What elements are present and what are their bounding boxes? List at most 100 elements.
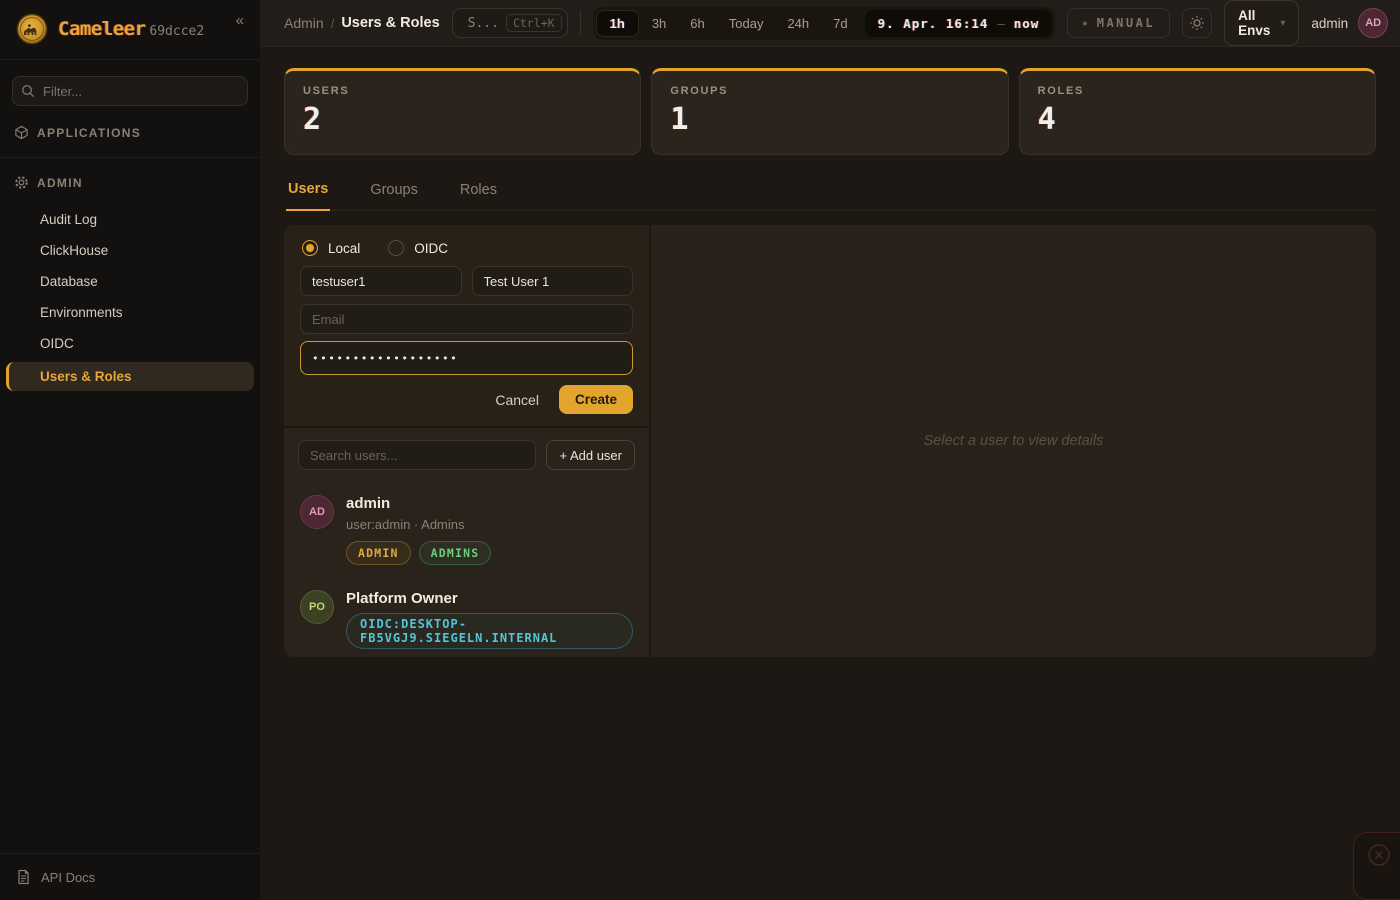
radio-selected-icon [302,240,318,256]
user-name: admin [346,495,491,512]
theme-toggle-button[interactable] [1182,8,1212,38]
api-docs-link[interactable]: API Docs [0,853,260,900]
section-label: APPLICATIONS [37,126,141,140]
admin-nav: Audit Log ClickHouse Database Environmen… [0,203,260,391]
radio-local[interactable]: Local [302,240,360,256]
time-range-group: 1h 3h 6h Today 24h 7d 9. Apr. 16:14 – no… [593,7,1056,40]
create-user-form: Local OIDC Cancel Create [284,225,649,428]
users-panel: Local OIDC Cancel Create [284,225,1376,657]
cube-icon [14,125,29,140]
group-badge-admins: ADMINS [419,541,492,565]
cancel-button[interactable]: Cancel [487,387,547,413]
password-field[interactable] [300,341,633,375]
add-user-button[interactable]: + Add user [546,440,635,470]
search-icon [21,84,35,98]
sidebar-item-clickhouse[interactable]: ClickHouse [0,236,260,265]
stat-value: 2 [303,102,622,137]
sidebar-item-audit-log[interactable]: Audit Log [0,205,260,234]
radio-oidc[interactable]: OIDC [388,240,448,256]
user-list-toolbar: + Add user [284,428,649,482]
sidebar-item-database[interactable]: Database [0,267,260,296]
section-label: ADMIN [37,176,83,190]
tab-groups[interactable]: Groups [368,175,420,210]
sidebar-section-admin[interactable]: ADMIN [0,168,260,197]
main-content: USERS 2 GROUPS 1 ROLES 4 Users Groups Ro… [260,48,1400,900]
sidebar-collapse-icon[interactable]: « [230,10,250,31]
search-users-input[interactable] [298,440,536,470]
time-range-1h[interactable]: 1h [596,10,639,37]
stat-card-roles: ROLES 4 [1019,68,1376,155]
time-from: 9. Apr. 16:14 [878,16,989,31]
collapsed-drawer[interactable] [1353,832,1400,900]
radio-label: OIDC [414,241,448,256]
sidebar-header: Cameleer 69dcce2 « [0,0,260,60]
close-circle-icon[interactable] [1367,843,1391,867]
oidc-provider-badge: OIDC:DESKTOP-FB5VGJ9.SIEGELN.INTERNAL [346,613,633,649]
user-meta: user:oidc:8evzqofluhld · no groups [346,656,633,657]
stat-card-groups: GROUPS 1 [651,68,1008,155]
radio-unselected-icon [388,240,404,256]
top-bar: Admin / Users & Roles S... Ctrl+K 1h 3h … [260,0,1400,47]
header-divider [580,11,581,35]
status-dot-icon: ● [1082,19,1087,28]
document-icon [16,869,31,885]
user-row-body: admin user:admin · Admins ADMIN ADMINS [346,495,491,565]
sidebar-item-oidc[interactable]: OIDC [0,329,260,358]
global-search-placeholder: S... [468,16,499,31]
tab-roles[interactable]: Roles [458,175,499,210]
api-docs-label: API Docs [41,870,95,885]
user-row-platform-owner[interactable]: PO Platform Owner OIDC:DESKTOP-FB5VGJ9.S… [284,577,649,657]
badge-row: ADMIN ADMINS [346,541,491,565]
user-row-admin[interactable]: AD admin user:admin · Admins ADMIN ADMIN… [284,482,649,577]
time-range-7d[interactable]: 7d [822,11,858,36]
stat-value: 1 [670,102,989,137]
breadcrumb-separator: / [331,16,335,31]
stat-cards: USERS 2 GROUPS 1 ROLES 4 [284,68,1376,155]
user-meta: user:admin · Admins [346,517,491,532]
avatar: AD [300,495,334,529]
create-button[interactable]: Create [559,385,633,414]
display-name-field[interactable] [472,266,634,296]
sidebar-section-applications[interactable]: APPLICATIONS [0,118,260,147]
time-range-display[interactable]: 9. Apr. 16:14 – now [865,10,1053,37]
sidebar: Cameleer 69dcce2 « APPLICATIONS ADMIN Au… [0,0,260,900]
user-menu[interactable]: admin AD [1311,8,1388,38]
stat-label: USERS [303,85,622,97]
stat-label: ROLES [1038,85,1357,97]
avatar[interactable]: AD [1358,8,1388,38]
manual-refresh-button[interactable]: ● MANUAL [1067,8,1170,38]
filter-input[interactable] [12,76,248,106]
username-field[interactable] [300,266,462,296]
search-shortcut-kbd: Ctrl+K [506,14,562,32]
role-badge-admin: ADMIN [346,541,411,565]
build-id: 69dcce2 [149,24,204,39]
form-actions: Cancel Create [300,385,633,414]
app-title: Cameleer 69dcce2 [58,18,204,40]
email-field[interactable] [300,304,633,334]
env-select[interactable]: All Envs ▾ [1224,0,1299,46]
user-type-radios: Local OIDC [300,238,633,256]
time-range-3h[interactable]: 3h [641,11,677,36]
global-search[interactable]: S... Ctrl+K [452,8,568,38]
time-range-6h[interactable]: 6h [679,11,715,36]
app-name: Cameleer [58,18,146,40]
chevron-down-icon: ▾ [1280,18,1285,29]
breadcrumb-page: Users & Roles [341,15,439,31]
time-range-today[interactable]: Today [718,11,775,36]
breadcrumb-section[interactable]: Admin [284,15,324,31]
sidebar-divider [0,157,260,158]
header-username: admin [1311,16,1348,31]
sidebar-item-environments[interactable]: Environments [0,298,260,327]
time-range-24h[interactable]: 24h [776,11,820,36]
radio-label: Local [328,241,360,256]
user-list-column: Local OIDC Cancel Create [284,225,649,657]
avatar: PO [300,590,334,624]
stat-card-users: USERS 2 [284,68,641,155]
stat-value: 4 [1038,102,1357,137]
sidebar-item-users-roles[interactable]: Users & Roles [6,362,254,391]
name-fields-row [300,266,633,296]
tab-bar: Users Groups Roles [284,175,1376,211]
sun-icon [1189,15,1205,31]
tab-users[interactable]: Users [286,175,330,211]
time-separator: – [997,16,1004,31]
